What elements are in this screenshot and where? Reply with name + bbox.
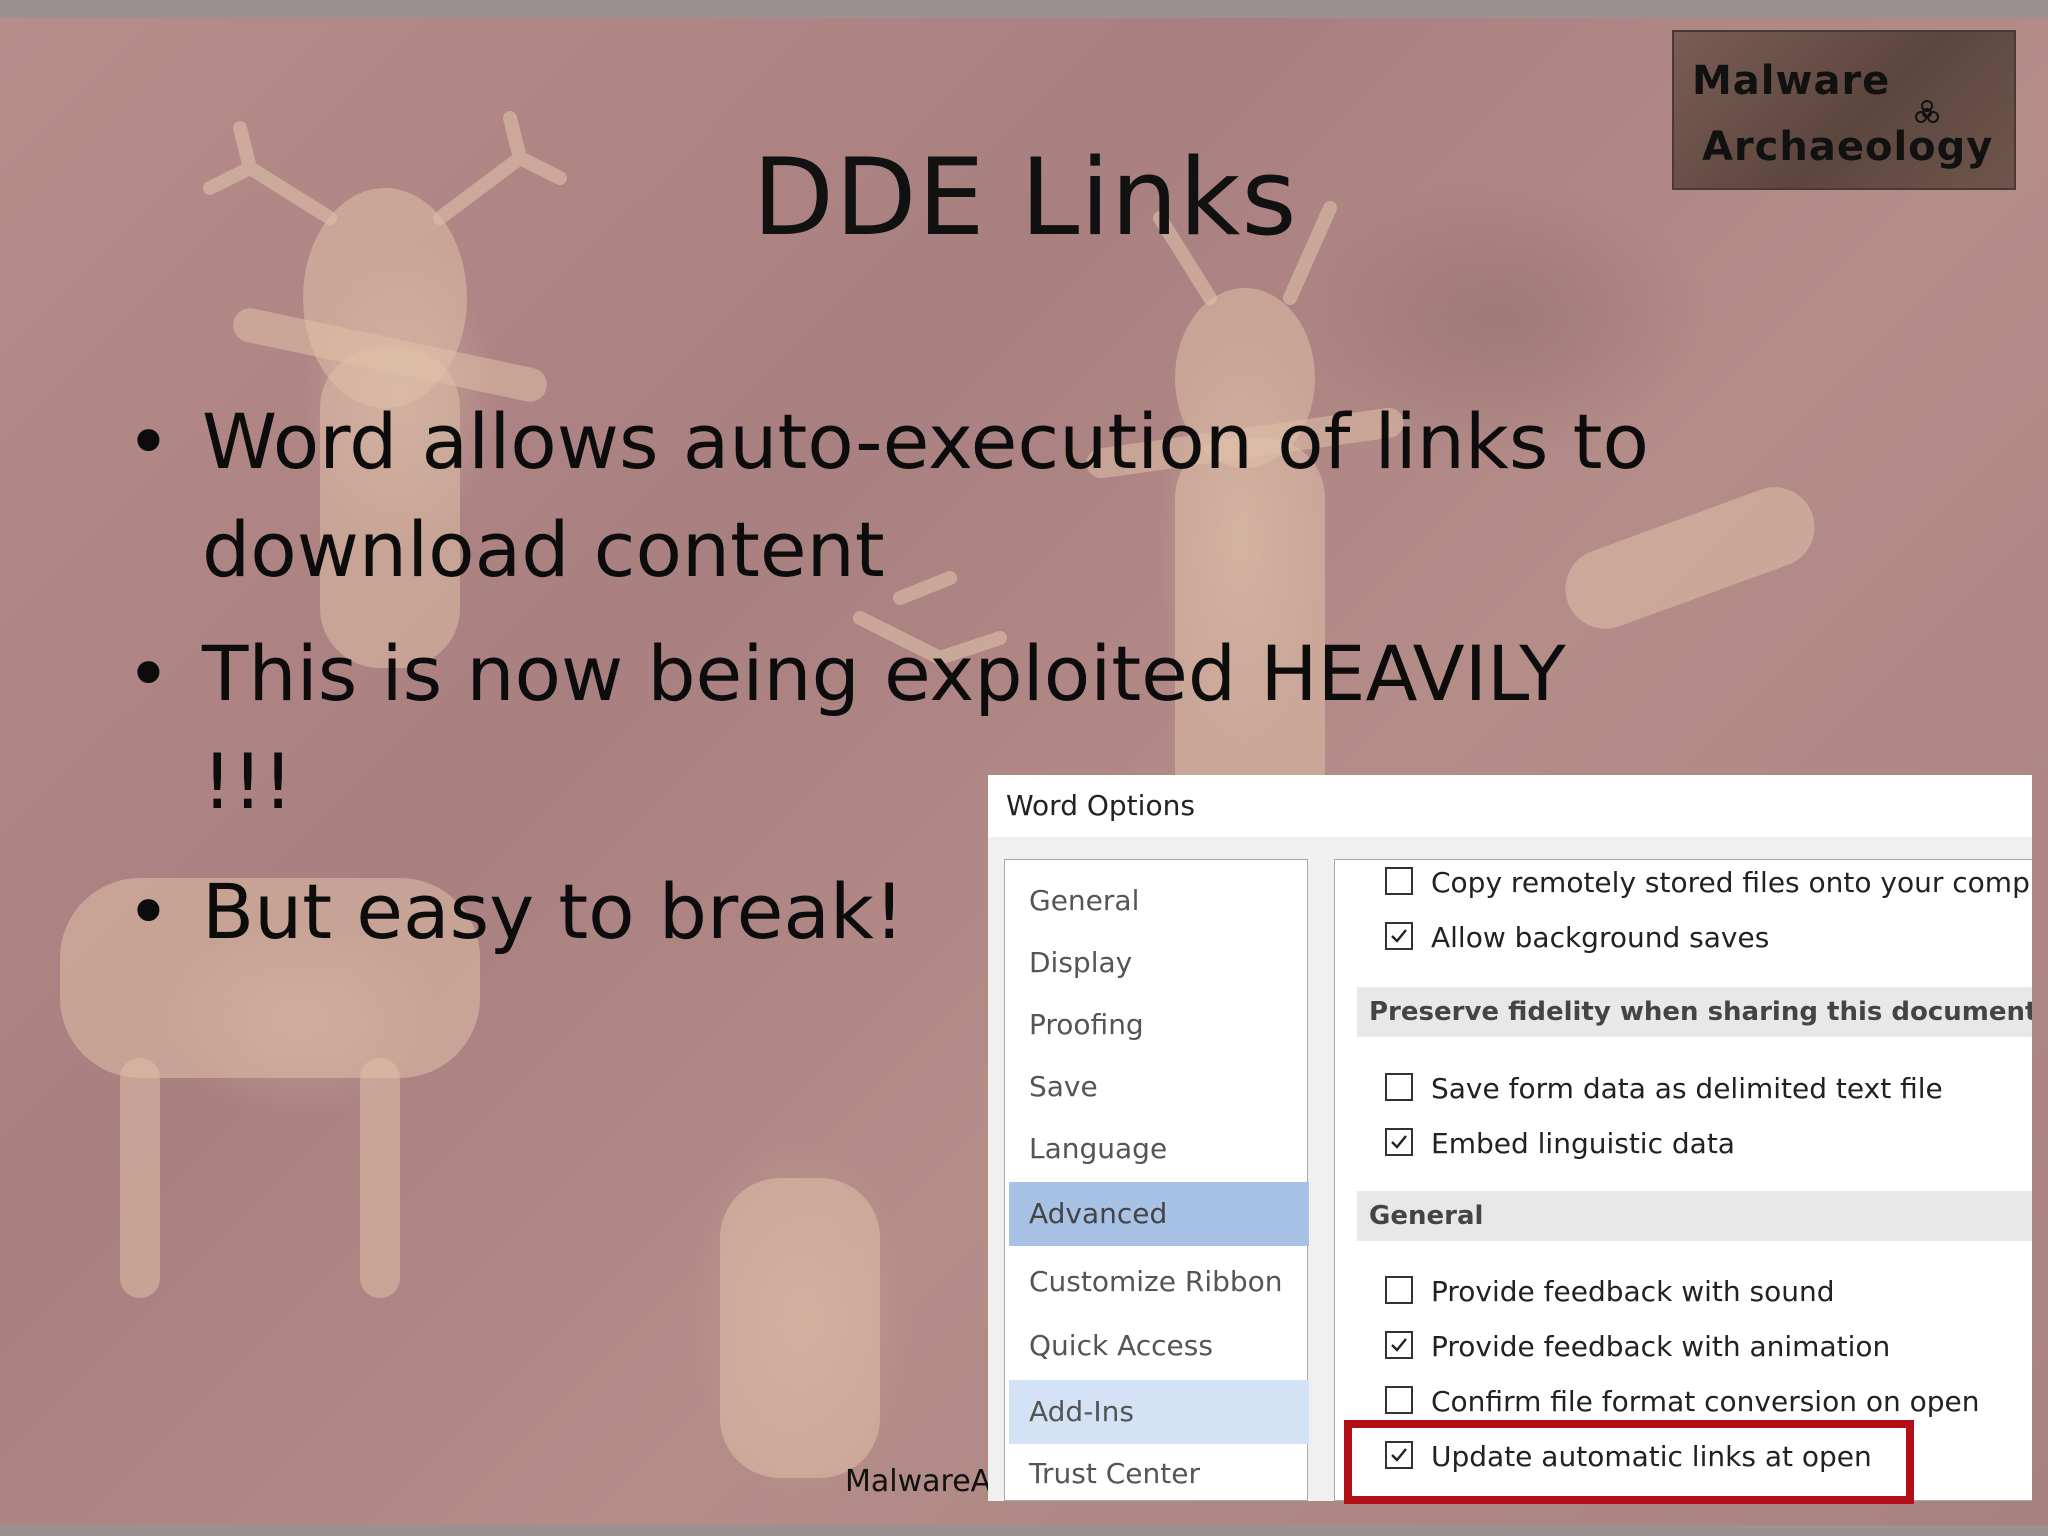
checkbox-checked[interactable]	[1385, 1128, 1413, 1156]
checkmark-icon	[1391, 1338, 1407, 1352]
bullet-dot: •	[126, 629, 171, 718]
option-label: Provide feedback with sound	[1431, 1275, 1835, 1308]
checkbox[interactable]	[1385, 1386, 1413, 1414]
dialog-title: Word Options	[1006, 789, 1195, 822]
section-preserve-fidelity: Preserve fidelity when sharing this docu…	[1357, 987, 2032, 1037]
nav-item-language[interactable]: Language	[1009, 1120, 1309, 1178]
options-content: Copy remotely stored files onto your com…	[1334, 859, 2032, 1501]
nav-item-customize-ribbon[interactable]: Customize Ribbon	[1009, 1250, 1309, 1314]
highlight-box	[1344, 1420, 1914, 1504]
biohazard-icon	[1915, 100, 1939, 123]
nav-item-trust-center[interactable]: Trust Center	[1009, 1446, 1309, 1501]
checkmark-icon	[1391, 929, 1407, 943]
slide-title: DDE Links	[752, 136, 1298, 259]
checkbox-checked[interactable]	[1385, 922, 1413, 950]
option-label: Copy remotely stored files onto your com…	[1431, 866, 2032, 899]
checkmark-icon	[1391, 1135, 1407, 1149]
section-label: General	[1369, 1201, 1484, 1231]
nav-item-display[interactable]: Display	[1009, 934, 1309, 992]
nav-item-general[interactable]: General	[1009, 872, 1309, 930]
nav-item-advanced[interactable]: Advanced	[1009, 1182, 1309, 1246]
nav-item-add-ins[interactable]: Add-Ins	[1009, 1380, 1309, 1444]
option-confirm-format-conversion[interactable]: Confirm file format conversion on open	[1385, 1382, 1980, 1422]
bullet-item: • Word allows auto-execution of links to…	[118, 388, 1678, 604]
nav-item-quick-access-toolbar[interactable]: Quick Access Toolbar	[1009, 1314, 1309, 1426]
checkbox[interactable]	[1385, 867, 1413, 895]
logo-line1: Malware	[1692, 58, 1891, 104]
top-strip	[0, 0, 2048, 18]
word-options-dialog: Word Options General Display Proofing Sa…	[988, 775, 2032, 1501]
option-label: Embed linguistic data	[1431, 1127, 1735, 1160]
option-embed-linguistic-data[interactable]: Embed linguistic data	[1385, 1124, 1735, 1164]
section-general: General	[1357, 1191, 2032, 1241]
logo: Malware Archaeology	[1672, 30, 2016, 190]
option-label: Confirm file format conversion on open	[1431, 1385, 1980, 1418]
slide-footer: MalwareAr	[845, 1464, 1004, 1499]
logo-line2: Archaeology	[1702, 124, 1994, 170]
option-feedback-sound[interactable]: Provide feedback with sound	[1385, 1272, 1834, 1312]
nav-item-save[interactable]: Save	[1009, 1058, 1309, 1116]
bullet-text: Word allows auto-execution of links to d…	[202, 397, 1649, 594]
section-label: Preserve fidelity when sharing this docu…	[1369, 997, 2032, 1027]
bottom-strip	[0, 1525, 2048, 1536]
checkbox[interactable]	[1385, 1276, 1413, 1304]
option-label: Provide feedback with animation	[1431, 1330, 1891, 1363]
option-copy-remote-files[interactable]: Copy remotely stored files onto your com…	[1385, 863, 2032, 903]
bullet-dot: •	[126, 397, 171, 486]
dialog-title-bar: Word Options	[988, 775, 2032, 837]
checkbox[interactable]	[1385, 1073, 1413, 1101]
option-label: Save form data as delimited text file	[1431, 1072, 1943, 1105]
nav-item-proofing[interactable]: Proofing	[1009, 996, 1309, 1054]
checkbox-checked[interactable]	[1385, 1331, 1413, 1359]
option-allow-background-saves[interactable]: Allow background saves	[1385, 918, 1769, 958]
option-label: Allow background saves	[1431, 921, 1770, 954]
bullet-dot: •	[126, 867, 171, 956]
option-feedback-animation[interactable]: Provide feedback with animation	[1385, 1327, 1890, 1367]
options-nav: General Display Proofing Save Language A…	[1004, 859, 1309, 1501]
bullet-text: But easy to break!	[202, 867, 905, 956]
option-save-form-data[interactable]: Save form data as delimited text file	[1385, 1069, 1943, 1109]
